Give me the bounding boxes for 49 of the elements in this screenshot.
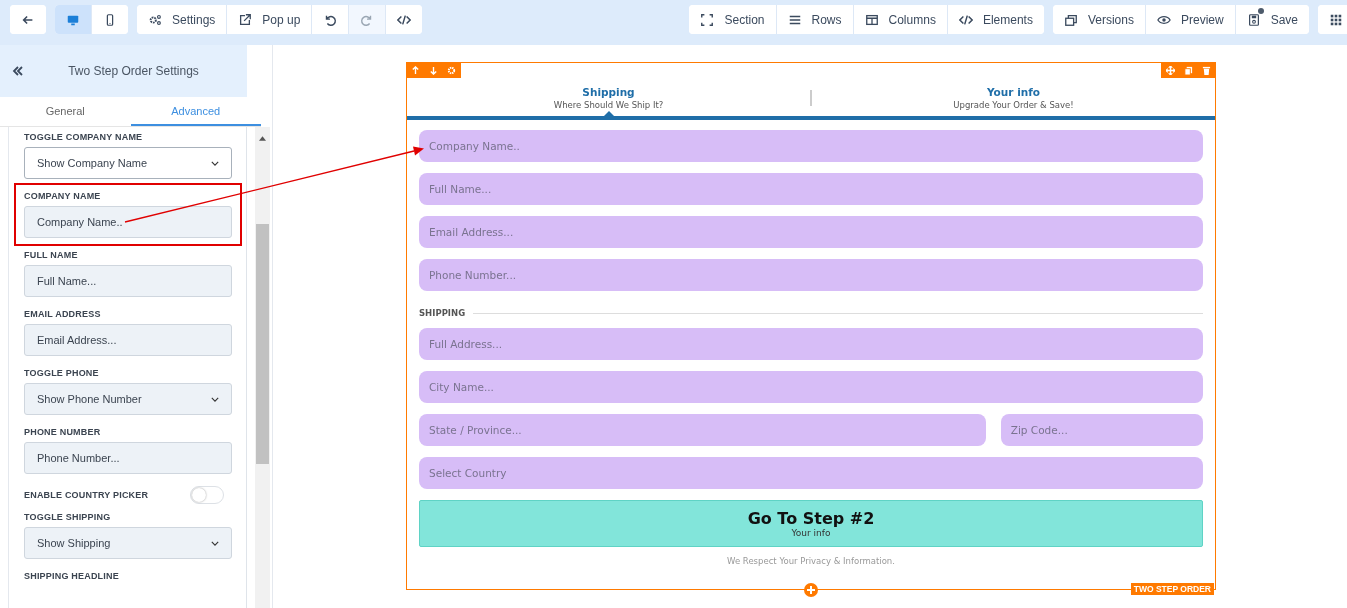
- toolbar-button[interactable]: Elements: [946, 5, 1044, 34]
- collapse-icon[interactable]: [12, 66, 24, 76]
- back-button[interactable]: [10, 5, 46, 34]
- settings-icon[interactable]: [447, 65, 456, 75]
- gears-icon: [148, 12, 162, 27]
- add-icon[interactable]: [804, 583, 818, 597]
- chevron-down-icon: [211, 540, 219, 546]
- select-field[interactable]: Show Shipping: [24, 527, 232, 559]
- arrow-down-icon[interactable]: [429, 65, 438, 75]
- code-button[interactable]: [385, 5, 423, 34]
- chevron-down-icon: [211, 396, 219, 402]
- desktop-view-button[interactable]: [55, 5, 91, 34]
- select-field[interactable]: Show Company Name: [24, 147, 232, 179]
- setting-label: EMAIL ADDRESS: [24, 309, 102, 319]
- setting-label: SHIPPING HEADLINE: [24, 571, 120, 581]
- setting-label: TOGGLE PHONE: [24, 368, 100, 378]
- save-icon: [1246, 12, 1261, 27]
- panel-title: Two Step Order Settings: [67, 64, 199, 78]
- versions-icon: [1063, 12, 1078, 27]
- step-tab[interactable]: Your info Upgrade Your Order & Save!: [812, 80, 1215, 116]
- trash-icon[interactable]: [1202, 65, 1211, 75]
- popup-icon: [238, 12, 253, 27]
- next-step-button[interactable]: Go To Step #2 Your info: [419, 500, 1203, 547]
- setting-label: PHONE NUMBER: [24, 427, 102, 437]
- setting-label: ENABLE COUNTRY PICKER: [24, 490, 149, 500]
- section-heading: SHIPPING: [419, 308, 466, 318]
- grid-icon: [1329, 12, 1343, 27]
- input-field[interactable]: Email Address...: [24, 324, 232, 356]
- input-field[interactable]: Full Name...: [24, 265, 232, 297]
- input-field[interactable]: Company Name..: [24, 206, 232, 238]
- move-icon[interactable]: [1166, 65, 1175, 75]
- privacy-note: We Respect Your Privacy & Information.: [726, 556, 896, 566]
- mobile-view-button[interactable]: [91, 5, 128, 34]
- scroll-up-icon[interactable]: [259, 136, 266, 141]
- select-field[interactable]: Show Phone Number: [24, 383, 232, 415]
- scrollbar[interactable]: [255, 127, 270, 608]
- copy-icon[interactable]: [1184, 65, 1193, 75]
- toggle-switch[interactable]: [190, 486, 224, 504]
- section-icon: [700, 12, 715, 27]
- setting-label: FULL NAME: [24, 250, 79, 260]
- setting-label: COMPANY NAME: [24, 191, 102, 201]
- toolbar-button[interactable]: Save: [1234, 5, 1309, 34]
- element-badge: TWO STEP ORDER: [1130, 583, 1214, 595]
- input-field[interactable]: Phone Number...: [24, 442, 232, 474]
- setting-label: TOGGLE SHIPPING: [24, 512, 112, 522]
- columns-icon: [864, 12, 879, 27]
- chevron-down-icon: [211, 160, 219, 166]
- setting-label: TOGGLE COMPANY NAME: [24, 132, 144, 142]
- arrow-up-icon[interactable]: [411, 65, 420, 75]
